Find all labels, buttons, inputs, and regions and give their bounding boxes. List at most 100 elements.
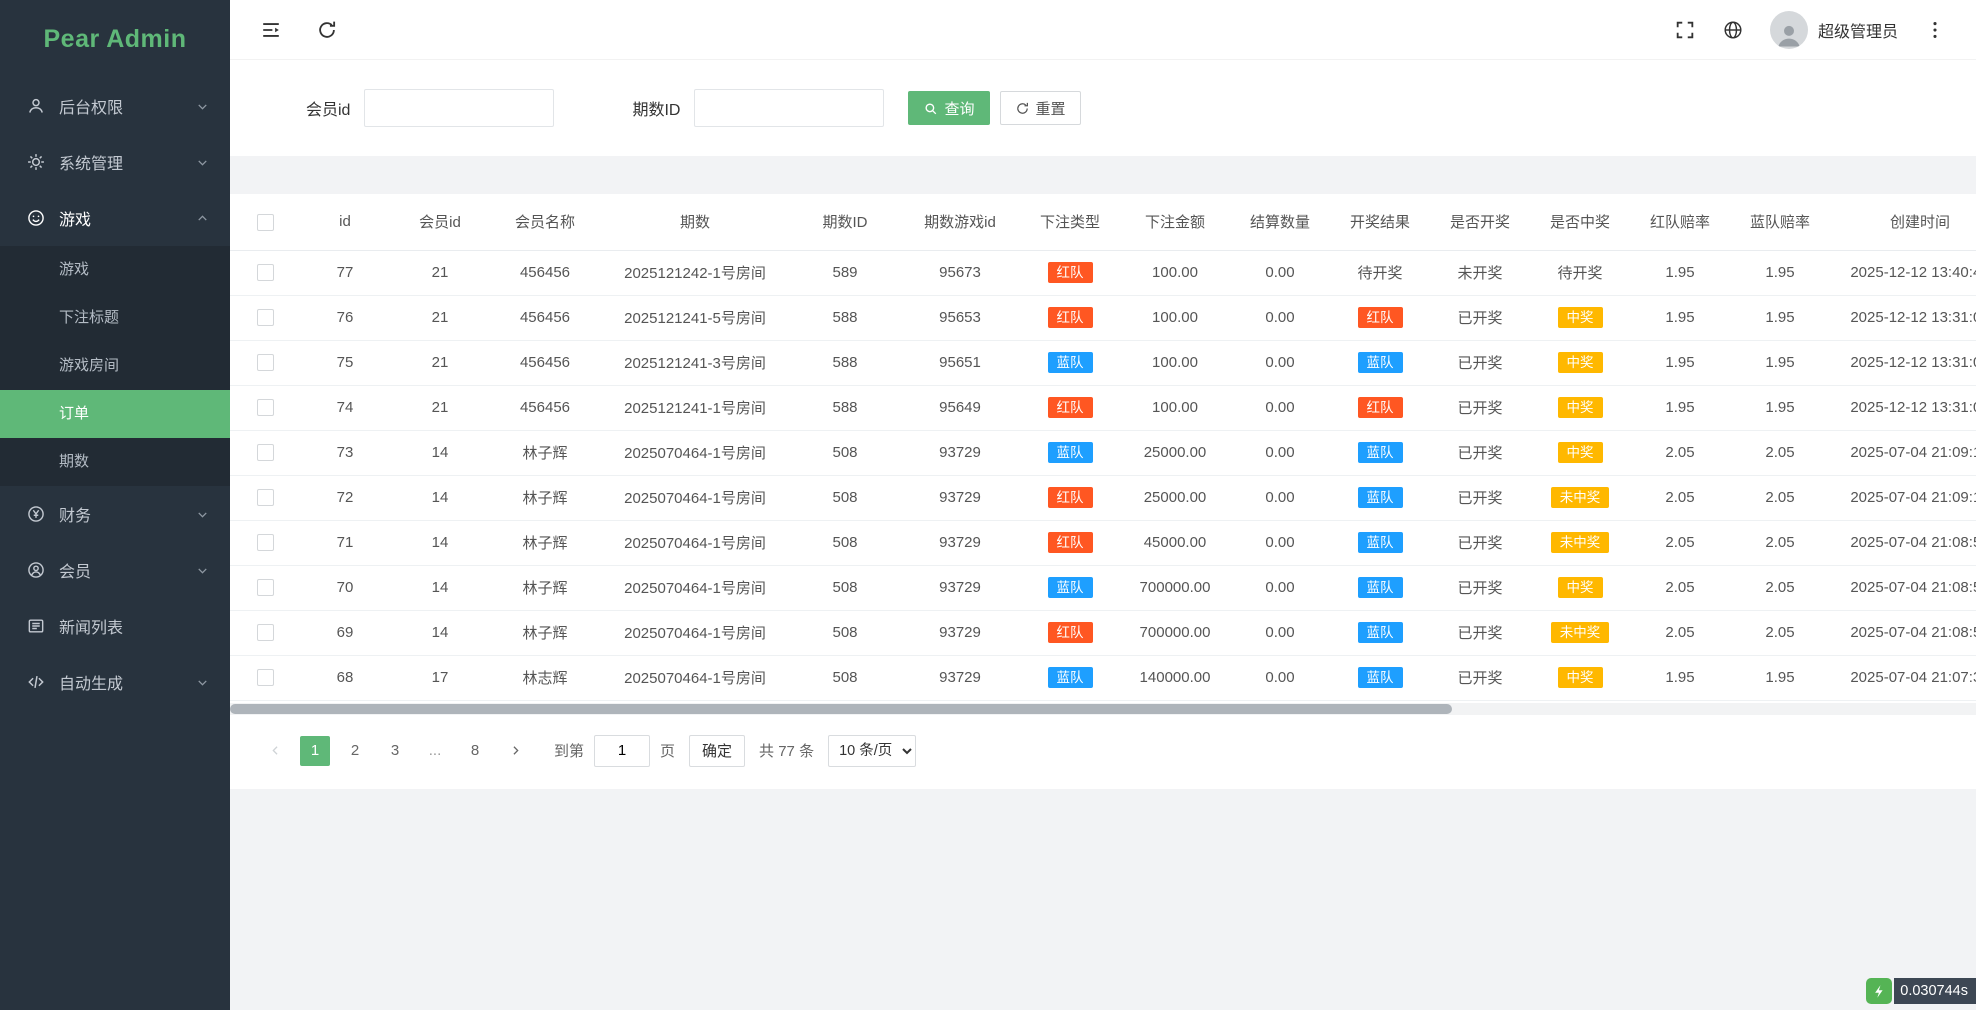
sidebar-subitem-orders[interactable]: 订单 xyxy=(0,390,230,438)
member-id-label: 会员id xyxy=(306,96,350,120)
cell-member-name: 林子辉 xyxy=(490,520,600,565)
cell-settle-qty: 0.00 xyxy=(1230,250,1330,295)
sidebar-item-game[interactable]: 游戏 xyxy=(0,190,230,246)
cell-win-status: 未中奖 xyxy=(1530,475,1630,520)
status-badge: 红队 xyxy=(1048,397,1093,419)
status-badge: 蓝队 xyxy=(1048,577,1093,599)
cell-bet-amount: 100.00 xyxy=(1120,250,1230,295)
cell-created-at: 2025-07-04 21:07:37 xyxy=(1830,655,1976,700)
cell-bet-amount: 100.00 xyxy=(1120,295,1230,340)
page-button-8[interactable]: 8 xyxy=(460,736,490,766)
cell-red-odds: 1.95 xyxy=(1630,250,1730,295)
cell-id: 76 xyxy=(300,295,390,340)
autogen-icon xyxy=(26,672,46,692)
cell-period: 2025070464-1号房间 xyxy=(600,655,790,700)
fullscreen-icon[interactable] xyxy=(1674,19,1696,41)
row-checkbox[interactable] xyxy=(257,489,274,506)
member-id-filter: 会员id xyxy=(306,89,554,127)
main-area: 超级管理员 会员id 期数ID 查询 重置 xyxy=(230,0,1976,1010)
status-badge: 蓝队 xyxy=(1048,442,1093,464)
row-checkbox[interactable] xyxy=(257,309,274,326)
status-badge: 未中奖 xyxy=(1551,532,1610,554)
cell-draw-status: 已开奖 xyxy=(1430,295,1530,340)
cell-member-id: 14 xyxy=(390,610,490,655)
sidebar-item-permission[interactable]: 后台权限 xyxy=(0,78,230,134)
language-globe-icon[interactable] xyxy=(1722,19,1744,41)
next-page-button[interactable] xyxy=(500,736,530,766)
cell-period-game-id: 95649 xyxy=(900,385,1020,430)
horizontal-scrollbar-thumb[interactable] xyxy=(230,704,1452,714)
status-badge: 蓝队 xyxy=(1048,667,1093,689)
page-size-select[interactable]: 10 条/页 xyxy=(828,735,916,767)
reset-icon xyxy=(1015,101,1030,116)
cell-bet-type: 红队 xyxy=(1020,610,1120,655)
prev-page-button[interactable] xyxy=(260,736,290,766)
cell-period-game-id: 93729 xyxy=(900,475,1020,520)
page-button-1[interactable]: 1 xyxy=(300,736,330,766)
goto-label: 到第 xyxy=(554,740,584,761)
cell-result: 蓝队 xyxy=(1330,475,1430,520)
status-badge: 中奖 xyxy=(1558,577,1603,599)
sidebar-item-news[interactable]: 新闻列表 xyxy=(0,598,230,654)
horizontal-scrollbar[interactable] xyxy=(230,703,1976,715)
status-badge: 红队 xyxy=(1048,487,1093,509)
user-menu[interactable]: 超级管理员 xyxy=(1770,11,1898,49)
status-badge: 红队 xyxy=(1048,532,1093,554)
sidebar-item-autogen[interactable]: 自动生成 xyxy=(0,654,230,710)
row-checkbox[interactable] xyxy=(257,624,274,641)
collapse-sidebar-icon[interactable] xyxy=(260,19,282,41)
sidebar-subitem-periods[interactable]: 期数 xyxy=(0,438,230,486)
cell-member-id: 21 xyxy=(390,385,490,430)
row-checkbox[interactable] xyxy=(257,579,274,596)
cell-created-at: 2025-12-12 13:31:08 xyxy=(1830,295,1976,340)
cell-period: 2025121241-3号房间 xyxy=(600,340,790,385)
pagination: 123...8 到第 页 确定 共 77 条 10 条/页 xyxy=(230,715,1976,775)
select-all-checkbox[interactable] xyxy=(257,214,274,231)
news-icon xyxy=(26,616,46,636)
cell-draw-status: 已开奖 xyxy=(1430,475,1530,520)
sidebar-subitem-game-room[interactable]: 游戏房间 xyxy=(0,342,230,390)
period-id-input[interactable] xyxy=(694,89,884,127)
cell-period-id: 508 xyxy=(790,655,900,700)
page-button-2[interactable]: 2 xyxy=(340,736,370,766)
cell-red-odds: 1.95 xyxy=(1630,385,1730,430)
row-checkbox[interactable] xyxy=(257,399,274,416)
sidebar-item-system[interactable]: 系统管理 xyxy=(0,134,230,190)
row-checkbox[interactable] xyxy=(257,669,274,686)
row-checkbox[interactable] xyxy=(257,534,274,551)
render-time-widget: 0.030744s xyxy=(1866,978,1976,1004)
cell-period-id: 589 xyxy=(790,250,900,295)
cell-period: 2025121242-1号房间 xyxy=(600,250,790,295)
sidebar-item-member[interactable]: 会员 xyxy=(0,542,230,598)
goto-page-input[interactable] xyxy=(594,735,650,767)
chevron-down-icon xyxy=(195,507,210,522)
more-menu-icon[interactable] xyxy=(1924,19,1946,41)
row-checkbox[interactable] xyxy=(257,354,274,371)
finance-icon xyxy=(26,504,46,524)
goto-confirm-button[interactable]: 确定 xyxy=(689,735,745,767)
page-ellipsis: ... xyxy=(420,736,450,766)
sidebar-menu: 后台权限系统管理游戏游戏下注标题游戏房间订单期数财务会员新闻列表自动生成 xyxy=(0,78,230,710)
cell-created-at: 2025-07-04 21:09:17 xyxy=(1830,430,1976,475)
cell-result: 红队 xyxy=(1330,295,1430,340)
cell-checkbox xyxy=(230,385,300,430)
member-id-input[interactable] xyxy=(364,89,554,127)
reset-button[interactable]: 重置 xyxy=(1000,91,1081,125)
refresh-icon[interactable] xyxy=(316,19,338,41)
sidebar-item-finance[interactable]: 财务 xyxy=(0,486,230,542)
page-button-3[interactable]: 3 xyxy=(380,736,410,766)
status-text: 待开奖 xyxy=(1557,265,1602,282)
sidebar-subitem-bet-title[interactable]: 下注标题 xyxy=(0,294,230,342)
cell-bet-type: 蓝队 xyxy=(1020,655,1120,700)
sidebar-subitem-game[interactable]: 游戏 xyxy=(0,246,230,294)
cell-bet-amount: 45000.00 xyxy=(1120,520,1230,565)
cell-period: 2025121241-1号房间 xyxy=(600,385,790,430)
row-checkbox[interactable] xyxy=(257,444,274,461)
column-header: 下注类型 xyxy=(1020,194,1120,250)
cell-bet-type: 蓝队 xyxy=(1020,340,1120,385)
status-badge: 蓝队 xyxy=(1358,442,1403,464)
row-checkbox[interactable] xyxy=(257,264,274,281)
cell-red-odds: 1.95 xyxy=(1630,655,1730,700)
cell-bet-type: 红队 xyxy=(1020,385,1120,430)
search-button[interactable]: 查询 xyxy=(908,91,989,125)
